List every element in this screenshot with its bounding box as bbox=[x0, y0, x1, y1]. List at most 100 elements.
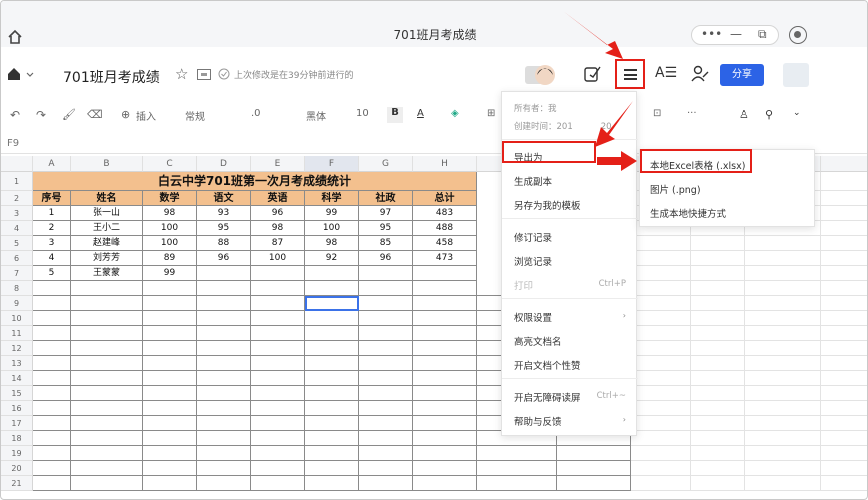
table-cell[interactable] bbox=[71, 416, 143, 431]
table-cell[interactable] bbox=[251, 476, 305, 491]
table-cell[interactable]: 99 bbox=[305, 206, 359, 221]
table-cell[interactable] bbox=[305, 461, 359, 476]
menu-item[interactable]: 生成副本 bbox=[514, 174, 552, 188]
table-cell[interactable] bbox=[631, 416, 691, 431]
table-cell[interactable] bbox=[359, 296, 413, 311]
table-cell[interactable] bbox=[305, 476, 359, 491]
table-cell[interactable] bbox=[305, 356, 359, 371]
table-cell[interactable] bbox=[305, 341, 359, 356]
table-cell[interactable] bbox=[143, 461, 197, 476]
row-header[interactable]: 16 bbox=[1, 401, 33, 416]
table-cell[interactable] bbox=[71, 371, 143, 386]
table-cell[interactable] bbox=[631, 356, 691, 371]
row-header[interactable]: 1 bbox=[1, 172, 33, 191]
table-cell[interactable] bbox=[71, 386, 143, 401]
table-header-cell[interactable]: 语文 bbox=[197, 191, 251, 206]
table-cell[interactable] bbox=[745, 236, 821, 251]
row-header[interactable]: 4 bbox=[1, 221, 33, 236]
table-cell[interactable] bbox=[691, 266, 745, 281]
table-cell[interactable] bbox=[251, 416, 305, 431]
table-cell[interactable] bbox=[33, 401, 71, 416]
table-cell[interactable] bbox=[631, 386, 691, 401]
table-cell[interactable] bbox=[413, 431, 477, 446]
table-cell[interactable] bbox=[691, 236, 745, 251]
table-cell[interactable] bbox=[33, 476, 71, 491]
table-cell[interactable] bbox=[33, 326, 71, 341]
row-header[interactable]: 12 bbox=[1, 341, 33, 356]
table-cell[interactable] bbox=[143, 296, 197, 311]
table-cell[interactable] bbox=[251, 371, 305, 386]
table-cell[interactable] bbox=[745, 371, 821, 386]
menu-item[interactable]: 高亮文档名 bbox=[514, 334, 562, 348]
table-cell[interactable] bbox=[821, 461, 867, 476]
table-cell[interactable] bbox=[143, 341, 197, 356]
table-cell[interactable] bbox=[71, 476, 143, 491]
table-cell[interactable] bbox=[821, 386, 867, 401]
table-cell[interactable] bbox=[691, 326, 745, 341]
table-cell[interactable] bbox=[71, 461, 143, 476]
undo-icon[interactable]: ↶ bbox=[10, 108, 20, 122]
table-cell[interactable]: 473 bbox=[413, 251, 477, 266]
share-link-icon[interactable]: ♙ bbox=[739, 108, 749, 121]
table-cell[interactable] bbox=[33, 356, 71, 371]
table-cell[interactable] bbox=[821, 416, 867, 431]
table-cell[interactable] bbox=[359, 326, 413, 341]
table-cell[interactable] bbox=[197, 461, 251, 476]
table-cell[interactable] bbox=[359, 341, 413, 356]
restore-icon[interactable]: ⧉ bbox=[758, 27, 767, 42]
table-cell[interactable] bbox=[197, 296, 251, 311]
minimize-icon[interactable]: — bbox=[730, 27, 742, 41]
table-cell[interactable] bbox=[359, 476, 413, 491]
main-menu-button[interactable] bbox=[615, 59, 645, 89]
table-header-cell[interactable]: 姓名 bbox=[71, 191, 143, 206]
row-header[interactable]: 21 bbox=[1, 476, 33, 491]
table-cell[interactable] bbox=[821, 221, 867, 236]
table-cell[interactable] bbox=[305, 371, 359, 386]
table-cell[interactable] bbox=[143, 401, 197, 416]
table-cell[interactable] bbox=[197, 446, 251, 461]
table-cell[interactable] bbox=[477, 446, 557, 461]
home-dropdown-icon[interactable] bbox=[7, 67, 35, 81]
row-header[interactable]: 13 bbox=[1, 356, 33, 371]
table-header-cell[interactable]: 社政 bbox=[359, 191, 413, 206]
search-icon[interactable]: ⚲ bbox=[765, 108, 773, 121]
table-cell[interactable] bbox=[691, 416, 745, 431]
merge-icon[interactable]: ⊡ bbox=[653, 108, 661, 119]
table-cell[interactable]: 88 bbox=[197, 236, 251, 251]
table-cell[interactable] bbox=[691, 311, 745, 326]
table-cell[interactable]: 3 bbox=[33, 236, 71, 251]
menu-item[interactable]: 开启无障碍读屏 bbox=[514, 390, 581, 404]
menu-item[interactable]: 另存为我的模板 bbox=[514, 198, 581, 212]
column-header[interactable]: G bbox=[359, 156, 413, 172]
table-cell[interactable] bbox=[143, 386, 197, 401]
table-cell[interactable] bbox=[197, 266, 251, 281]
menu-item[interactable]: 浏览记录 bbox=[514, 254, 552, 268]
table-cell[interactable] bbox=[305, 416, 359, 431]
table-cell[interactable] bbox=[821, 371, 867, 386]
table-cell[interactable] bbox=[745, 251, 821, 266]
table-cell[interactable] bbox=[359, 461, 413, 476]
font-family-select[interactable]: 黑体 bbox=[306, 108, 326, 123]
bold-button[interactable]: B bbox=[387, 107, 403, 123]
clear-format-icon[interactable]: ⌫ bbox=[87, 108, 103, 121]
table-cell[interactable]: 赵建峰 bbox=[71, 236, 143, 251]
column-header[interactable]: E bbox=[251, 156, 305, 172]
table-cell[interactable]: 483 bbox=[413, 206, 477, 221]
doc-title[interactable]: 701班月考成绩 bbox=[63, 67, 160, 87]
table-cell[interactable] bbox=[359, 401, 413, 416]
table-cell[interactable] bbox=[413, 356, 477, 371]
table-cell[interactable] bbox=[33, 371, 71, 386]
table-cell[interactable] bbox=[631, 476, 691, 491]
table-cell[interactable] bbox=[821, 266, 867, 281]
table-cell[interactable]: 98 bbox=[143, 206, 197, 221]
more-dots-icon[interactable]: ••• bbox=[701, 27, 722, 41]
submenu-item[interactable]: 生成本地快捷方式 bbox=[650, 206, 726, 220]
table-cell[interactable] bbox=[143, 476, 197, 491]
row-header[interactable]: 3 bbox=[1, 206, 33, 221]
table-cell[interactable] bbox=[413, 266, 477, 281]
column-header[interactable]: F bbox=[305, 156, 359, 172]
table-cell[interactable] bbox=[691, 296, 745, 311]
table-cell[interactable] bbox=[557, 461, 631, 476]
table-cell[interactable] bbox=[413, 311, 477, 326]
table-cell[interactable] bbox=[631, 461, 691, 476]
